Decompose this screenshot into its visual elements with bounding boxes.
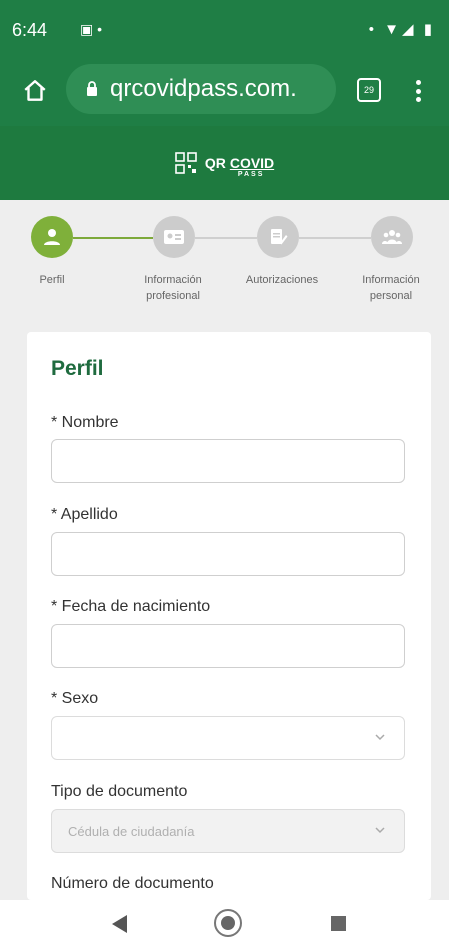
- group-icon: [382, 230, 402, 244]
- nombre-input[interactable]: [51, 439, 405, 483]
- system-status-icons: • ▼◢ ▮: [368, 21, 435, 38]
- status-time: 6:44: [12, 20, 48, 40]
- registration-stepper: Perfil Información profesional Autorizac…: [0, 200, 449, 330]
- apellido-input[interactable]: [51, 532, 405, 576]
- home-icon[interactable]: [18, 74, 52, 108]
- fecha-nacimiento-input[interactable]: [51, 624, 405, 668]
- apellido-label: * Apellido: [51, 506, 118, 523]
- site-header: QR COVID PASS: [0, 126, 449, 200]
- user-icon: [44, 229, 60, 245]
- lock-icon: [86, 81, 98, 97]
- logo-covid-word: COVID: [229, 155, 275, 171]
- tipo-documento-label: Tipo de documento: [51, 783, 188, 800]
- logo-covid-text: COVID PASS: [229, 155, 275, 178]
- nombre-label: * Nombre: [51, 414, 119, 431]
- url-text: qrcovidpass.com.: [110, 75, 297, 102]
- form-title: Perfil: [51, 357, 104, 380]
- profile-form-card: Perfil * Nombre * Apellido * Fecha de na…: [27, 332, 431, 900]
- sexo-select[interactable]: [51, 716, 405, 760]
- step-label-informacion-personal: Información personal: [362, 274, 420, 302]
- step-connector: [73, 237, 153, 239]
- chevron-down-icon: [375, 734, 385, 741]
- step-informacion-personal[interactable]: [371, 216, 413, 258]
- chevron-down-icon: [375, 827, 385, 834]
- fecha-nacimiento-label: * Fecha de nacimiento: [51, 598, 211, 615]
- more-options-icon[interactable]: [410, 76, 426, 106]
- logo-pass-text: PASS: [237, 171, 265, 178]
- step-label-perfil: Perfil: [39, 274, 65, 286]
- url-field[interactable]: qrcovidpass.com.: [66, 64, 336, 114]
- tipo-documento-select[interactable]: Cédula de ciudadanía: [51, 809, 405, 853]
- back-icon[interactable]: [112, 915, 127, 933]
- document-edit-icon: [271, 229, 288, 245]
- id-card-icon: [164, 230, 184, 244]
- tabs-count-button[interactable]: 29: [357, 78, 381, 102]
- step-perfil[interactable]: [31, 216, 73, 258]
- status-bar: 6:44 ▣ • • ▼◢ ▮: [0, 0, 449, 56]
- step-label-autorizaciones: Autorizaciones: [245, 274, 319, 286]
- numero-documento-label: Número de documento: [51, 875, 214, 892]
- tipo-documento-value: Cédula de ciudadanía: [68, 823, 195, 839]
- home-button-icon[interactable]: [214, 909, 242, 937]
- step-connector: [195, 237, 257, 239]
- sexo-label: * Sexo: [51, 690, 99, 707]
- recent-apps-icon[interactable]: [331, 916, 346, 931]
- tabs-count: 29: [363, 85, 374, 95]
- step-connector: [299, 237, 371, 239]
- qr-logo-icon: [175, 152, 197, 174]
- browser-toolbar: qrcovidpass.com. 29: [0, 56, 449, 126]
- android-navigation-bar: [0, 900, 449, 948]
- step-informacion-profesional[interactable]: [153, 216, 195, 258]
- step-label-informacion-profesional: Información profesional: [144, 274, 202, 302]
- notification-icons: ▣ •: [80, 21, 103, 37]
- logo-qr-text: QR: [204, 155, 226, 171]
- step-autorizaciones[interactable]: [257, 216, 299, 258]
